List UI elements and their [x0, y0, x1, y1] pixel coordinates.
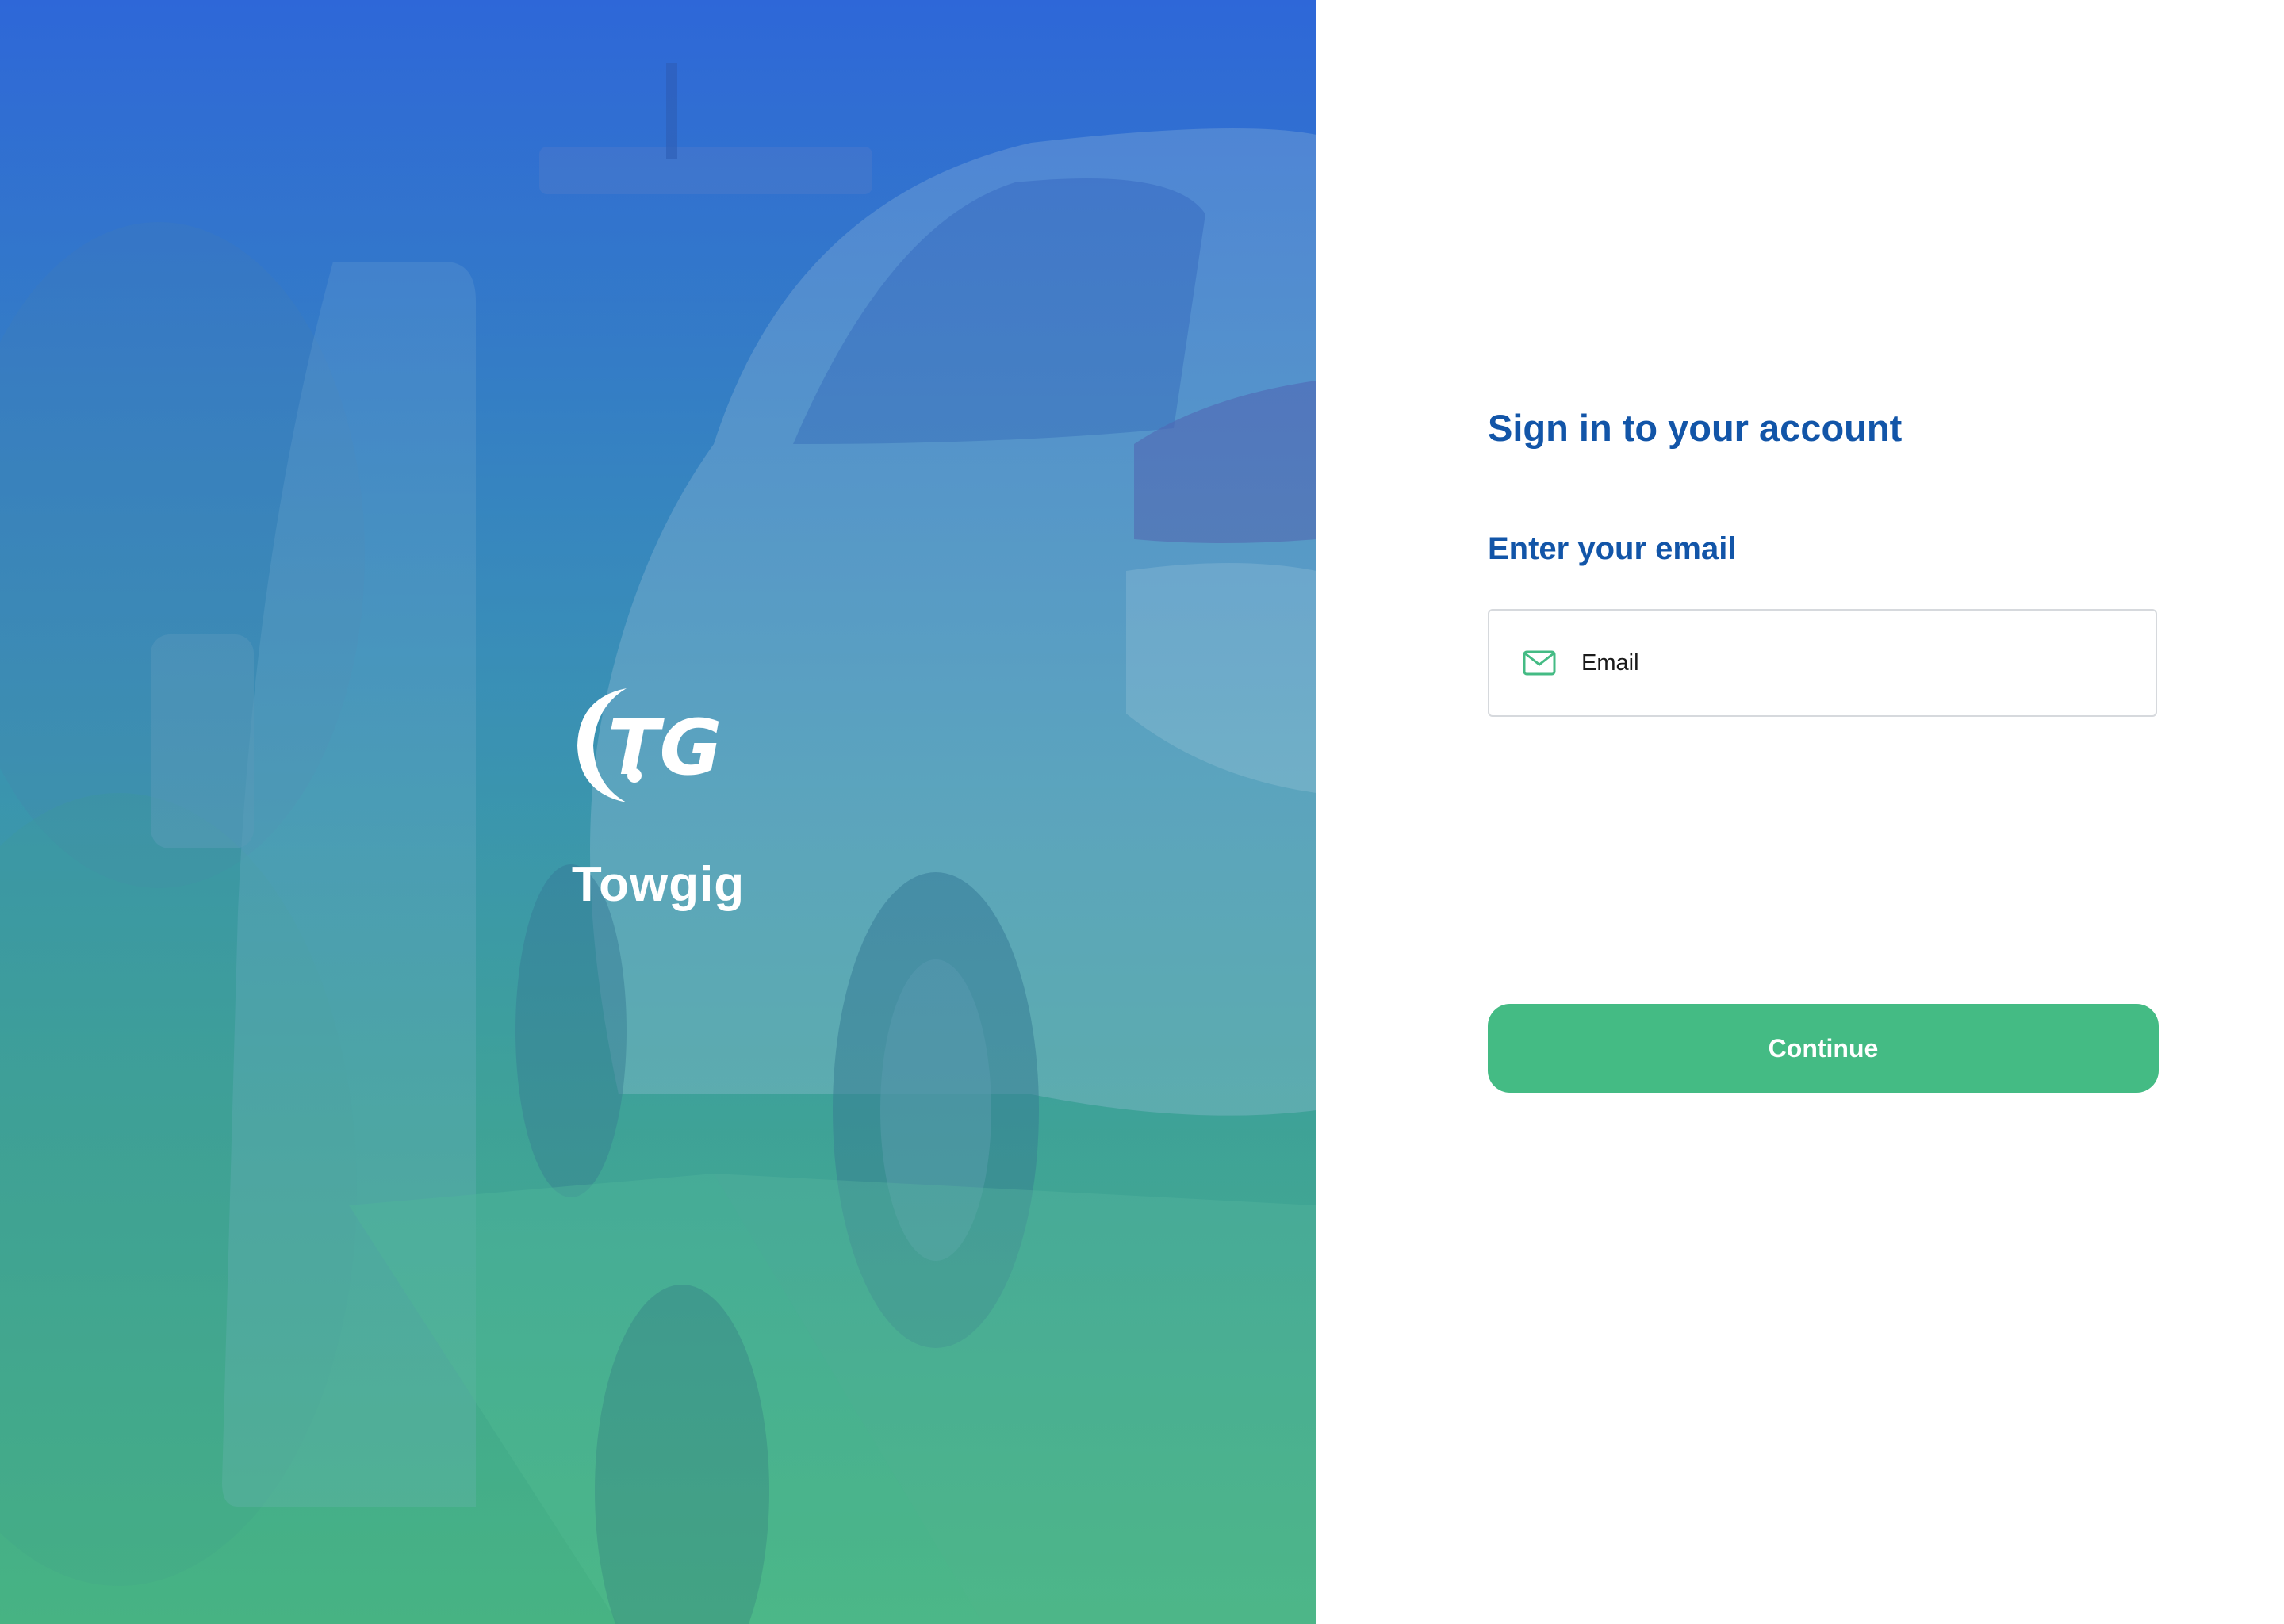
email-field[interactable]	[1488, 609, 2157, 717]
email-input[interactable]	[1580, 649, 2138, 677]
svg-text:TG: TG	[607, 703, 722, 792]
page-title: Sign in to your account	[1488, 407, 1903, 449]
towgig-logo: TG	[577, 688, 722, 802]
sign-in-page: TG Towgig Sign in to your account Enter …	[0, 0, 2284, 1624]
brand-name: Towgig	[571, 857, 745, 912]
mail-icon	[1523, 650, 1556, 676]
continue-button[interactable]: Continue	[1488, 1004, 2159, 1093]
email-field-label: Enter your email	[1488, 531, 1737, 566]
brand-block: TG Towgig	[500, 682, 817, 913]
sign-in-form-panel: Sign in to your account Enter your email…	[1316, 0, 2284, 1624]
hero-panel: TG Towgig	[0, 0, 1316, 1624]
